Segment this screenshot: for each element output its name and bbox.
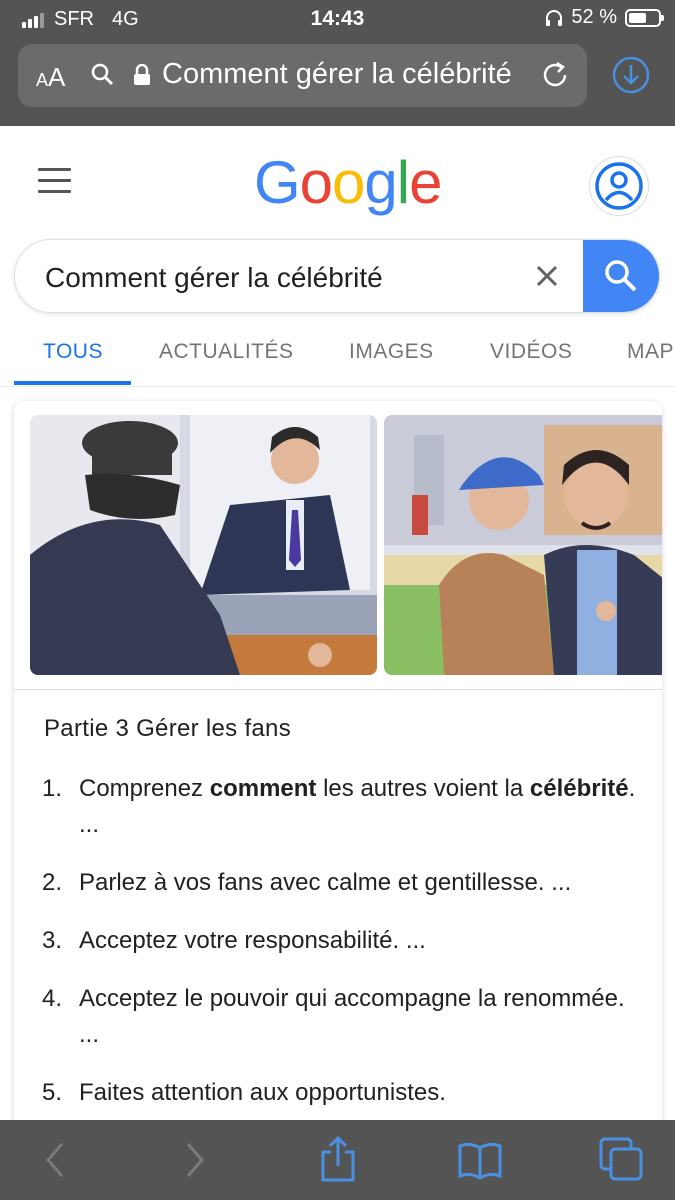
search-tabs: TOUS ACTUALITÉS IMAGES VIDÉOS MAPS — [0, 330, 675, 387]
list-item-text: Faites attention aux opportunistes. — [79, 1079, 446, 1106]
list-item-number: 2. — [42, 869, 63, 896]
list-item-text: Comprenez comment les autres voient la c… — [79, 775, 636, 838]
list-item: 5. Faites attention aux opportunistes. — [42, 1075, 642, 1111]
browser-toolbar — [0, 1120, 675, 1200]
reload-icon[interactable] — [540, 60, 570, 90]
search-button[interactable] — [583, 240, 659, 312]
tab-images[interactable]: IMAGES — [349, 340, 434, 364]
headphones-icon — [546, 9, 563, 26]
snippet-steps-list: 1. Comprenez comment les autres voient l… — [42, 771, 642, 1133]
list-item-text: Acceptez votre responsabilité. ... — [79, 927, 426, 954]
back-icon[interactable] — [40, 1138, 70, 1182]
bookmarks-icon[interactable] — [457, 1138, 503, 1182]
account-icon — [595, 162, 643, 210]
snippet-heading: Partie 3 Gérer les fans — [44, 715, 292, 742]
list-item: 1. Comprenez comment les autres voient l… — [42, 771, 642, 843]
account-button[interactable] — [589, 156, 649, 216]
list-item: 2. Parlez à vos fans avec calme et genti… — [42, 865, 642, 901]
tab-maps[interactable]: MAPS — [627, 340, 675, 364]
lock-icon — [134, 64, 150, 85]
active-tab-indicator — [14, 381, 131, 385]
search-input[interactable]: Comment gérer la célébrité — [45, 262, 383, 294]
tab-videos[interactable]: VIDÉOS — [490, 340, 572, 364]
card-divider — [14, 689, 662, 690]
status-bar: SFR 4G 14:43 52 % — [0, 0, 675, 38]
list-item-number: 3. — [42, 927, 63, 954]
logo-letter: o — [299, 149, 333, 216]
list-item: 4. Acceptez le pouvoir qui accompagne la… — [42, 981, 642, 1053]
tabs-icon[interactable] — [598, 1136, 646, 1184]
list-item-text: Acceptez le pouvoir qui accompagne la re… — [79, 985, 625, 1048]
logo-letter: e — [409, 149, 442, 216]
url-text[interactable]: Comment gérer la célébrité — [162, 58, 522, 91]
google-logo[interactable]: Google — [254, 148, 443, 217]
list-item-number: 4. — [42, 985, 63, 1012]
logo-letter: G — [254, 149, 301, 216]
search-icon — [605, 260, 637, 292]
logo-letter: l — [396, 149, 410, 216]
menu-icon[interactable] — [38, 168, 71, 201]
featured-snippet-card: Partie 3 Gérer les fans 1. Comprenez com… — [14, 401, 662, 1141]
download-icon[interactable] — [612, 56, 650, 94]
list-item: 3. Acceptez votre responsabilité. ... — [42, 923, 642, 959]
logo-letter: g — [364, 149, 397, 216]
forward-icon[interactable] — [180, 1138, 210, 1182]
search-box[interactable]: Comment gérer la célébrité — [14, 239, 660, 313]
snippet-image-1[interactable] — [30, 415, 377, 675]
clear-icon[interactable] — [533, 262, 561, 290]
browser-top-chrome: SFR 4G 14:43 52 % AA Comment gérer la cé… — [0, 0, 675, 126]
share-icon[interactable] — [318, 1134, 358, 1184]
address-bar[interactable]: AA Comment gérer la célébrité — [18, 44, 587, 107]
search-icon — [91, 63, 114, 86]
tab-actualites[interactable]: ACTUALITÉS — [159, 340, 294, 364]
list-item-number: 5. — [42, 1079, 63, 1106]
battery-icon — [625, 8, 664, 27]
tab-tous[interactable]: TOUS — [43, 340, 103, 364]
snippet-image-2[interactable] — [384, 415, 662, 675]
list-item-text: Parlez à vos fans avec calme et gentille… — [79, 869, 572, 896]
text-size-button[interactable]: AA — [36, 62, 65, 93]
list-item-number: 1. — [42, 775, 63, 802]
battery-percent: 52 % — [571, 6, 617, 28]
logo-letter: o — [332, 149, 365, 216]
